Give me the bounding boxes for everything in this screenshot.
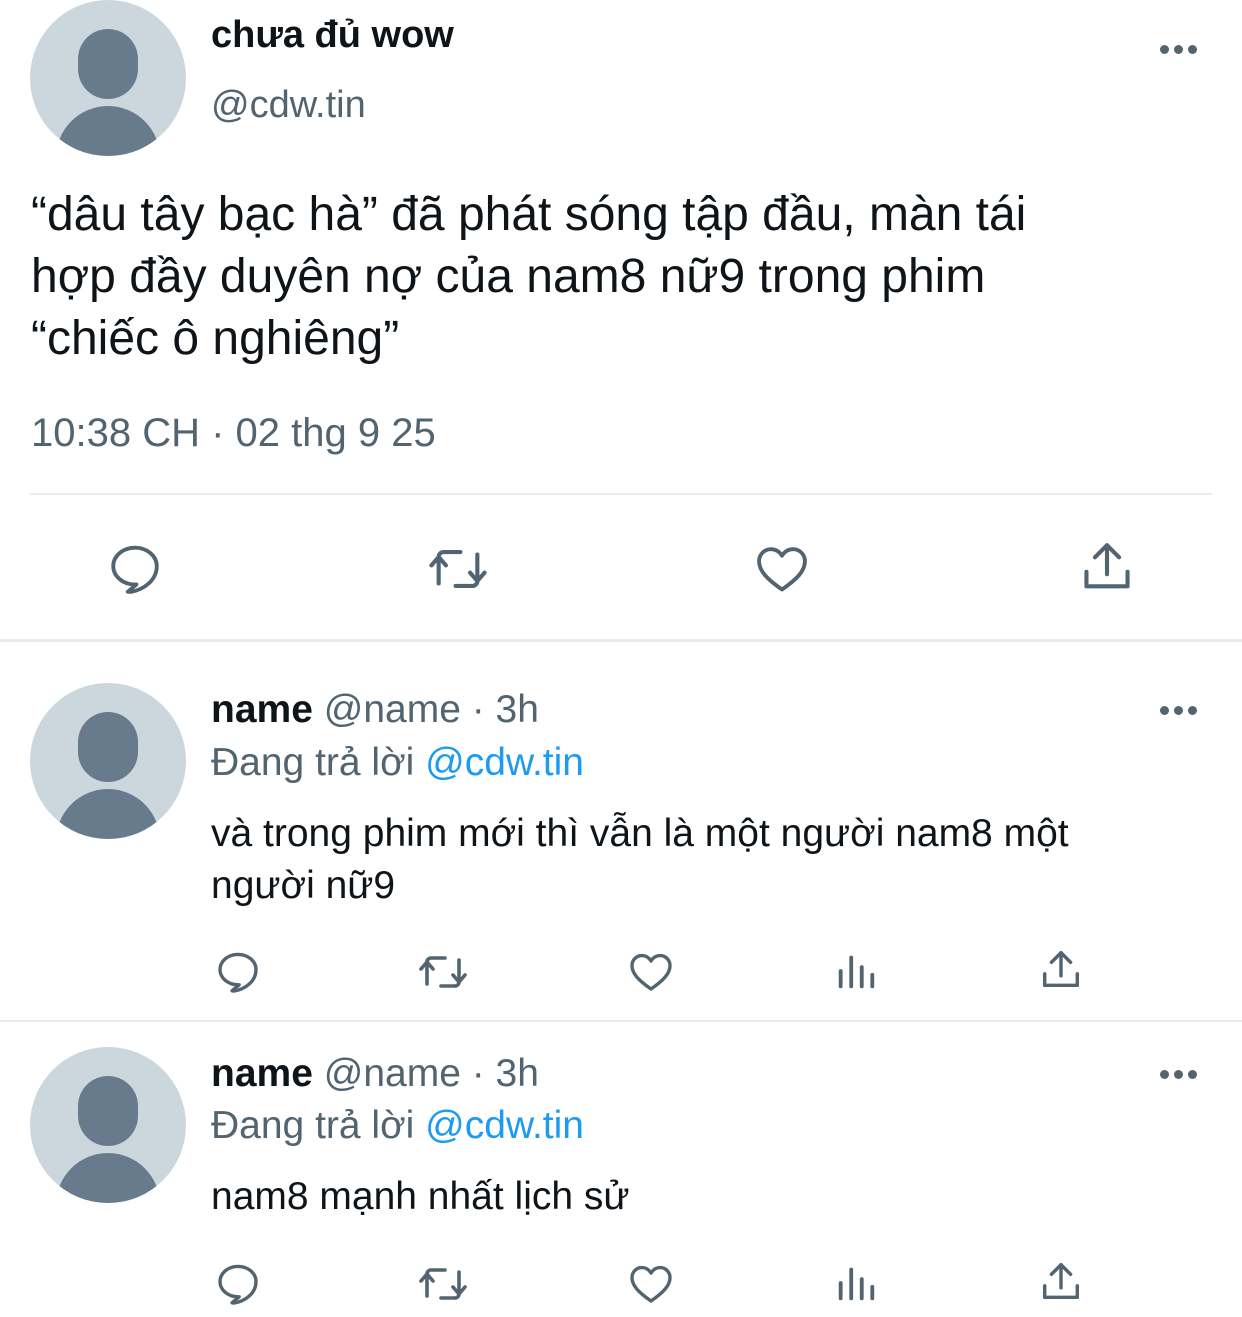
share-icon[interactable] [1038, 946, 1084, 994]
replying-label: Đang trả lời [211, 741, 415, 784]
reply-header: name @name · 3h [211, 688, 539, 732]
tweet-text: “dâu tây bạc hà” đã phát sóng tập đầu, m… [31, 184, 1026, 370]
reply-text: nam8 mạnh nhất lịch sử [211, 1171, 630, 1223]
reply-icon[interactable] [214, 948, 262, 996]
reply-meta[interactable]: @name · 3h [324, 1052, 539, 1095]
share-icon[interactable] [1038, 1258, 1084, 1306]
avatar-icon[interactable] [30, 0, 186, 156]
tweet-text-line: “chiếc ô nghiêng” [31, 312, 400, 365]
display-name[interactable]: name [211, 1052, 313, 1095]
display-name[interactable]: chưa đủ wow [211, 14, 454, 57]
tweet-text-line: hợp đầy duyên nợ của nam8 nữ9 trong phim [31, 250, 986, 303]
handle[interactable]: @cdw.tin [211, 84, 366, 127]
replying-label: Đang trả lời [211, 1104, 415, 1147]
avatar-icon[interactable] [30, 683, 186, 839]
replying-to: Đang trả lời @cdw.tin [211, 741, 584, 785]
reply-icon[interactable] [106, 540, 164, 598]
display-name[interactable]: name [211, 688, 313, 731]
reply-header: name @name · 3h [211, 1052, 539, 1096]
section-divider [0, 639, 1242, 642]
tweet-timestamp[interactable]: 10:38 CH · 02 thg 9 25 [31, 411, 436, 456]
reply-meta[interactable]: @name · 3h [324, 688, 539, 731]
avatar-icon[interactable] [30, 1047, 186, 1203]
like-icon[interactable] [752, 540, 812, 598]
like-icon[interactable] [626, 1260, 676, 1308]
retweet-icon[interactable] [416, 1260, 470, 1308]
replying-to: Đang trả lời @cdw.tin [211, 1104, 584, 1148]
like-icon[interactable] [626, 948, 676, 996]
reply-text: và trong phim mới thì vẫn là một người n… [211, 808, 1069, 912]
views-icon[interactable] [834, 948, 878, 994]
section-divider [0, 1020, 1242, 1022]
reply-text-line: người nữ9 [211, 864, 396, 907]
retweet-icon[interactable] [416, 948, 470, 996]
reply-text-line: nam8 mạnh nhất lịch sử [211, 1175, 630, 1218]
share-icon[interactable] [1078, 538, 1136, 596]
more-options-icon[interactable] [1160, 1070, 1197, 1079]
tweet-text-line: “dâu tây bạc hà” đã phát sóng tập đầu, m… [31, 188, 1027, 241]
views-icon[interactable] [834, 1260, 878, 1306]
reply-text-line: và trong phim mới thì vẫn là một người n… [211, 812, 1069, 855]
more-options-icon[interactable] [1160, 45, 1197, 54]
replying-handle-link[interactable]: @cdw.tin [425, 741, 584, 784]
reply-icon[interactable] [214, 1260, 262, 1308]
divider [30, 493, 1212, 495]
replying-handle-link[interactable]: @cdw.tin [425, 1104, 584, 1147]
more-options-icon[interactable] [1160, 706, 1197, 715]
retweet-icon[interactable] [426, 540, 490, 598]
